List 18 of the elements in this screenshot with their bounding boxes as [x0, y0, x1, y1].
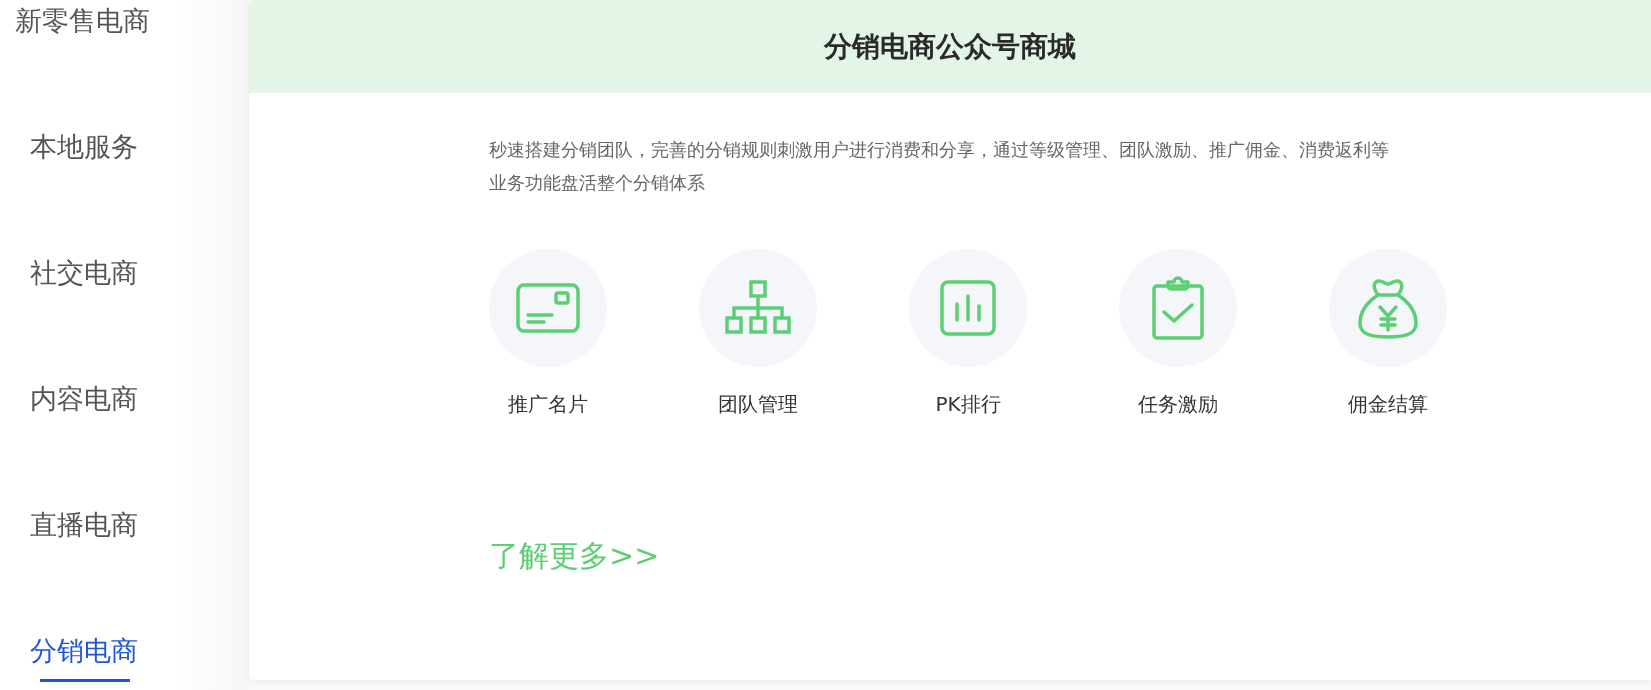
card-title: 分销电商公众号商城	[824, 28, 1076, 65]
sidebar-tab[interactable]: 直播电商	[30, 506, 249, 543]
feature-label: 佣金结算	[1348, 391, 1428, 418]
description-text: 秒速搭建分销团队，完善的分销规则刺激用户进行消费和分享，通过等级管理、团队激励、推广佣金、消费返利等业务功能盘活整个分销体系	[489, 138, 1389, 195]
bar-chart-icon	[940, 280, 996, 336]
sidebar-tab[interactable]: 本地服务	[30, 128, 249, 165]
sidebar-tab[interactable]: 社交电商	[30, 254, 249, 291]
feature-label: 推广名片	[508, 391, 588, 418]
clipboard-check-icon	[1152, 276, 1204, 340]
feature-label: PK排行	[935, 391, 1001, 418]
sidebar-tab[interactable]: 分销电商	[30, 632, 249, 669]
sidebar-tab[interactable]: 新零售电商	[15, 2, 249, 39]
id-card-icon	[516, 283, 580, 333]
org-chart-icon	[725, 280, 791, 336]
money-bag-icon	[1358, 277, 1418, 339]
sidebar-tab[interactable]: 内容电商	[30, 380, 249, 417]
feature-label: 团队管理	[718, 391, 798, 418]
feature-label: 任务激励	[1138, 391, 1218, 418]
